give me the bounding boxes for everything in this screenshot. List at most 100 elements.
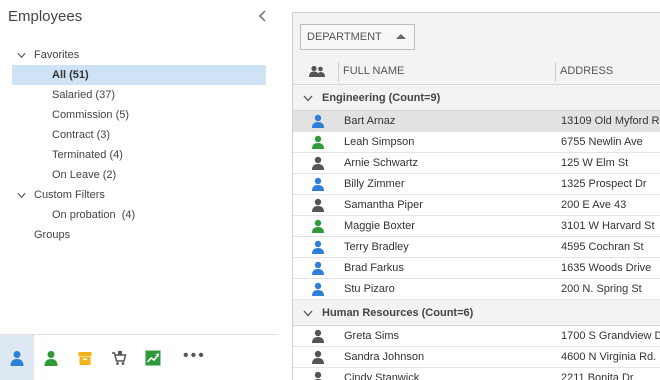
panel-title: Employees <box>8 8 83 25</box>
customer-icon <box>44 351 58 366</box>
tree-filter-item[interactable]: Salaried (37) <box>12 85 266 105</box>
full-name-cell: Bart Arnaz <box>344 115 396 127</box>
tree-folder[interactable]: Custom Filters <box>12 185 266 205</box>
employee-icon <box>10 351 24 366</box>
address-cell: 2211 Bonita Dr. <box>561 372 637 380</box>
table-row[interactable]: Arnie Schwartz 125 W Elm St <box>293 153 660 174</box>
address-cell: 6755 Newlin Ave <box>561 136 643 148</box>
person-icon <box>312 198 324 212</box>
tree-item-label: On Leave (2) <box>52 169 117 181</box>
address-cell: 3101 W Harvard St <box>561 220 655 232</box>
employee-status-icon-cell <box>311 240 325 257</box>
address-cell: 1325 Prospect Dr <box>561 178 647 190</box>
table-row[interactable]: Brad Farkus 1635 Woods Drive <box>293 258 660 279</box>
table-row[interactable]: Greta Sims 1700 S Grandview Dr. <box>293 326 660 347</box>
table-row[interactable]: Bart Arnaz 13109 Old Myford Rd <box>293 111 660 132</box>
group-by-department-chip[interactable]: DEPARTMENT <box>300 24 415 50</box>
expand-chevron-icon[interactable] <box>303 95 313 102</box>
address-cell: 1635 Woods Drive <box>561 262 652 274</box>
table-row[interactable]: Terry Bradley 4595 Cochran St <box>293 237 660 258</box>
collapse-panel-icon[interactable] <box>257 8 269 24</box>
employee-status-icon-cell <box>311 156 325 173</box>
products-icon <box>78 352 92 365</box>
group-row[interactable]: Human Resources (Count=6) <box>293 300 660 326</box>
table-row[interactable]: Sandra Johnson 4600 N Virginia Rd. <box>293 347 660 368</box>
module-tab-bar: ••• <box>0 334 278 380</box>
address-cell: 200 N. Spring St <box>561 283 642 295</box>
table-row[interactable]: Leah Simpson 6755 Newlin Ave <box>293 132 660 153</box>
employee-status-icon-cell <box>311 371 325 380</box>
full-name-cell: Samantha Piper <box>344 199 423 211</box>
person-icon <box>312 177 324 191</box>
group-row-label: Engineering (Count=9) <box>322 92 441 104</box>
full-name-cell: Sandra Johnson <box>344 351 425 363</box>
filter-tree: Favorites All (51) Salaried (37) Commission… <box>12 45 266 245</box>
employee-status-icon-cell <box>311 135 325 152</box>
employee-grid: DEPARTMENT FULL NAME ADDRESS Engineering… <box>292 12 660 380</box>
table-row[interactable]: Billy Zimmer 1325 Prospect Dr <box>293 174 660 195</box>
full-name-cell: Terry Bradley <box>344 241 409 253</box>
module-tab-customer[interactable] <box>34 335 68 380</box>
tree-filter-item[interactable]: Terminated (4) <box>12 145 266 165</box>
people-icon[interactable] <box>309 65 325 78</box>
expand-chevron-icon[interactable] <box>17 192 26 199</box>
employee-status-icon-cell <box>311 219 325 236</box>
person-icon <box>312 282 324 296</box>
table-row[interactable]: Samantha Piper 200 E Ave 43 <box>293 195 660 216</box>
person-icon <box>312 240 324 254</box>
employee-status-icon-cell <box>311 198 325 215</box>
grid-body: Engineering (Count=9) Bart Arnaz 13109 Old… <box>293 85 660 380</box>
person-icon <box>312 135 324 149</box>
full-name-cell: Cindy Stanwick <box>344 372 420 380</box>
full-name-cell: Billy Zimmer <box>344 178 405 190</box>
table-row[interactable]: Maggie Boxter 3101 W Harvard St <box>293 216 660 237</box>
full-name-cell: Leah Simpson <box>344 136 415 148</box>
person-icon <box>312 156 324 170</box>
tree-filter-item[interactable]: On Leave (2) <box>12 165 266 185</box>
employee-status-icon-cell <box>311 177 325 194</box>
tree-filter-item[interactable]: On probation (4) <box>12 205 266 225</box>
tree-item-label: All (51) <box>52 69 89 81</box>
module-tab-products[interactable] <box>68 335 102 380</box>
expand-chevron-icon[interactable] <box>17 52 26 59</box>
address-cell: 1700 S Grandview Dr. <box>561 330 660 342</box>
full-name-column-header[interactable]: FULL NAME <box>339 58 404 85</box>
person-icon <box>312 329 324 343</box>
tree-folder[interactable]: Favorites <box>12 45 266 65</box>
full-name-cell: Stu Pizaro <box>344 283 395 295</box>
tree-item-label: Salaried (37) <box>52 89 115 101</box>
address-cell: 13109 Old Myford Rd <box>561 115 660 127</box>
sort-ascending-icon <box>396 34 406 39</box>
person-icon <box>312 350 324 364</box>
more-modules-button[interactable]: ••• <box>183 347 206 365</box>
person-icon <box>312 219 324 233</box>
table-row[interactable]: Cindy Stanwick 2211 Bonita Dr. <box>293 368 660 380</box>
address-cell: 200 E Ave 43 <box>561 199 627 211</box>
tree-item-label: Favorites <box>34 49 80 61</box>
address-cell: 125 W Elm St <box>561 157 629 169</box>
module-tab-opportunities-chart[interactable] <box>136 335 170 380</box>
tree-item-label: Commission (5) <box>52 109 130 121</box>
module-tab-employee[interactable] <box>0 335 34 380</box>
employee-status-icon-cell <box>311 114 325 131</box>
group-panel: DEPARTMENT <box>293 13 660 58</box>
address-column-header[interactable]: ADDRESS <box>556 58 613 85</box>
tree-filter-item[interactable]: Commission (5) <box>12 105 266 125</box>
module-tab-sales-cart[interactable] <box>102 335 136 380</box>
table-row[interactable]: Stu Pizaro 200 N. Spring St <box>293 279 660 300</box>
panel-splitter[interactable] <box>278 0 292 380</box>
person-icon <box>312 261 324 275</box>
expand-chevron-icon[interactable] <box>303 310 313 317</box>
tree-item-label: Groups <box>34 229 71 241</box>
full-name-cell: Greta Sims <box>344 330 400 342</box>
group-row-label: Human Resources (Count=6) <box>322 307 474 319</box>
column-header-row: FULL NAME ADDRESS <box>293 58 660 85</box>
employee-status-icon-cell <box>311 329 325 346</box>
tree-folder[interactable]: Groups <box>12 225 266 245</box>
group-row[interactable]: Engineering (Count=9) <box>293 85 660 111</box>
tree-item-label: Custom Filters <box>34 189 105 201</box>
tree-filter-item[interactable]: Contract (3) <box>12 125 266 145</box>
tree-filter-item[interactable]: All (51) <box>12 65 266 85</box>
group-chip-label: DEPARTMENT <box>307 31 382 43</box>
tree-item-label: Contract (3) <box>52 129 111 141</box>
